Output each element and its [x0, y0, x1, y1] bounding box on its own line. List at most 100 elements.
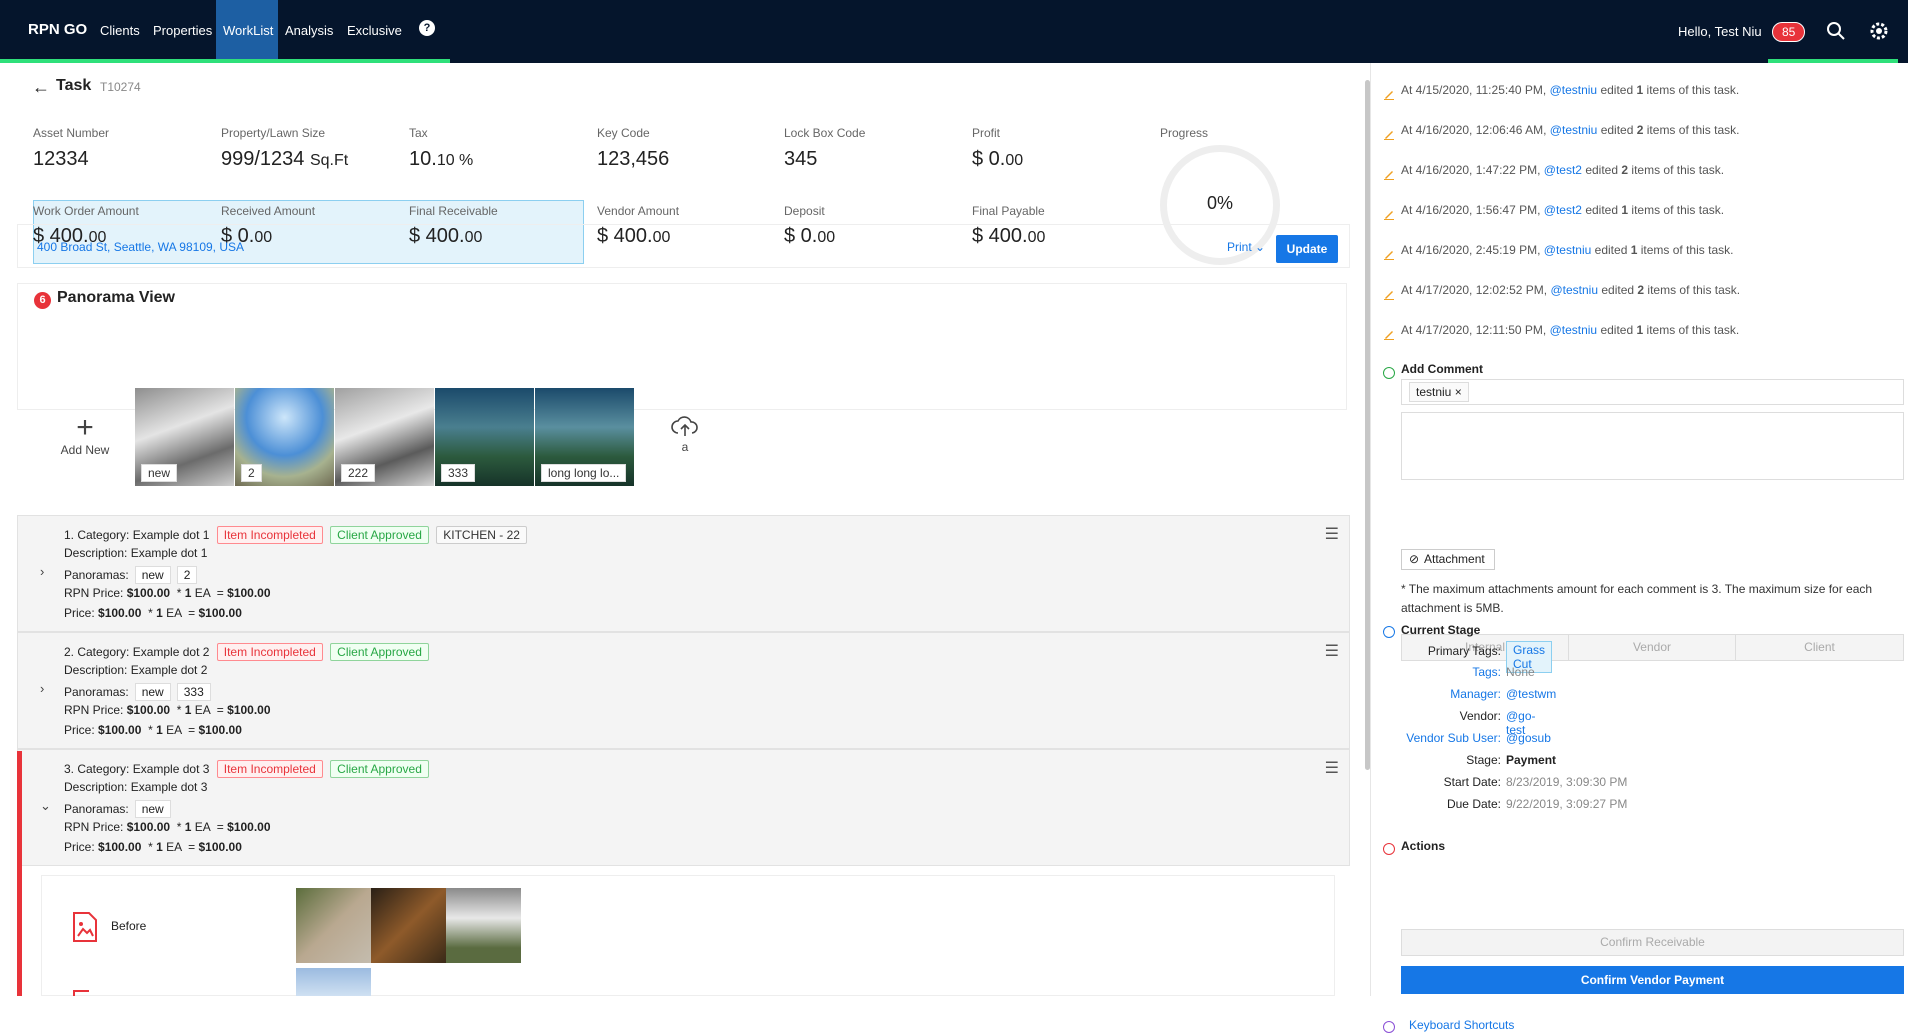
upload-panorama[interactable]: a [670, 415, 700, 454]
menu-icon[interactable]: ☰ [1325, 641, 1339, 661]
user-link[interactable]: @testniu [1550, 123, 1598, 137]
user-link[interactable]: @testniu [1550, 323, 1598, 337]
item-description: Description: Example dot 2 [64, 663, 208, 677]
panorama-tag[interactable]: 2 [176, 566, 198, 584]
panorama-thumb[interactable]: 333 [435, 388, 534, 486]
user-link[interactable]: @testniu [1544, 243, 1592, 257]
nav-clients[interactable]: Clients [93, 0, 147, 63]
stat-label: Work Order Amount [33, 204, 139, 218]
stat-label: Deposit [784, 204, 825, 218]
item-price: Price: $100.00 * 1 EA = $100.00 [64, 606, 242, 620]
attachment-button[interactable]: ⊘ Attachment [1401, 549, 1495, 570]
item-rpn-price: RPN Price: $100.00 * 1 EA = $100.00 [64, 586, 271, 600]
nav-worklist[interactable]: WorkList [216, 0, 278, 63]
audience-client[interactable]: Client [1735, 634, 1904, 661]
comment-textarea[interactable] [1401, 412, 1904, 480]
stat-value: 12334 [33, 148, 89, 170]
pencil-icon [1384, 91, 1394, 100]
mention-input[interactable] [1401, 379, 1904, 405]
status-tag: Item Incompleted [216, 526, 323, 544]
status-tag: Item Incompleted [216, 760, 323, 778]
panorama-tag[interactable]: new [134, 683, 171, 701]
search-icon[interactable] [1825, 20, 1847, 42]
item-panoramas: Panoramas: new [64, 800, 171, 818]
nav-properties[interactable]: Properties [146, 0, 219, 63]
pencil-icon [1384, 331, 1394, 340]
progress-value: 0% [1206, 193, 1233, 213]
stat-label: Profit [972, 126, 1001, 140]
item-price: Price: $100.00 * 1 EA = $100.00 [64, 840, 242, 854]
nav-analysis[interactable]: Analysis [278, 0, 340, 63]
chevron-down-icon[interactable]: ⌄ [40, 798, 51, 814]
chevron-right-icon[interactable]: › [40, 681, 44, 696]
panorama-tag[interactable]: 333 [176, 683, 211, 701]
vendor-sub-user-value[interactable]: @gosub [1506, 731, 1551, 745]
menu-icon[interactable]: ☰ [1325, 758, 1339, 778]
panorama-thumb[interactable]: 222 [335, 388, 434, 486]
user-link[interactable]: @testniu [1550, 83, 1598, 97]
stat-label: Received Amount [221, 204, 316, 218]
nav-exclusive[interactable]: Exclusive [340, 0, 409, 63]
address-link[interactable]: 400 Broad St, Seattle, WA 98109, USA [37, 240, 244, 254]
pencil-icon [1384, 211, 1394, 220]
stat-label: Final Payable [972, 204, 1045, 218]
gear-icon[interactable] [1868, 20, 1890, 42]
print-dropdown[interactable]: Print ⌄ [1227, 240, 1265, 254]
help-icon[interactable]: ? [419, 20, 435, 36]
stat-label: Vendor Amount [597, 204, 680, 218]
panorama-thumb[interactable]: new [135, 388, 234, 486]
chevron-right-icon[interactable]: › [40, 564, 44, 579]
page-title: Task [56, 77, 92, 94]
actions-title: Actions [1401, 839, 1446, 853]
notification-badge[interactable]: 85 [1772, 22, 1806, 42]
item-category-row: 3. Category: Example dot 3 Item Incomple… [64, 760, 429, 778]
panorama-tag[interactable]: new [134, 566, 171, 584]
keyboard-icon [1383, 1021, 1395, 1033]
before-label: Before [111, 919, 147, 933]
user-link[interactable]: @test2 [1544, 163, 1582, 177]
update-button[interactable]: Update [1276, 235, 1338, 263]
tags-link[interactable]: Tags: [1371, 665, 1501, 679]
audience-vendor[interactable]: Vendor [1568, 634, 1736, 661]
stat-value: 999/1234 Sq.Ft [221, 148, 349, 170]
panorama-thumb[interactable]: 2 [235, 388, 334, 486]
menu-icon[interactable]: ☰ [1325, 524, 1339, 544]
progress-label: Progress [1160, 126, 1209, 140]
list-item: 3. Category: Example dot 3 Item Incomple… [17, 749, 1350, 866]
stage-label: Primary Tags: [1427, 644, 1501, 658]
add-panorama-button[interactable]: + Add New [55, 411, 115, 458]
close-icon[interactable]: × [1455, 385, 1462, 399]
stage-label: Stage: [1466, 753, 1501, 767]
item-photos-panel [41, 875, 1335, 996]
confirm-receivable-button[interactable]: Confirm Receivable [1401, 929, 1904, 956]
user-link[interactable]: @test2 [1544, 203, 1582, 217]
brand-logo[interactable]: RPN GO [28, 21, 87, 38]
panorama-thumb[interactable]: long long lo... [535, 388, 634, 486]
panorama-title: Panorama View [57, 289, 175, 306]
confirm-vendor-payment-button[interactable]: Confirm Vendor Payment [1401, 966, 1904, 994]
photo-thumb[interactable] [296, 888, 371, 963]
photo-thumb[interactable] [446, 888, 521, 963]
keyboard-shortcuts-link[interactable]: Keyboard Shortcuts [1409, 1018, 1514, 1032]
upload-label: a [681, 440, 689, 454]
vendor-sub-user-link[interactable]: Vendor Sub User: [1371, 731, 1501, 745]
greeting: Hello, Test Niu [1678, 24, 1762, 39]
manager-value[interactable]: @testwm [1506, 687, 1556, 701]
mention-chip[interactable]: testniu × [1409, 382, 1469, 402]
manager-link[interactable]: Manager: [1371, 687, 1501, 701]
plus-icon: + [76, 411, 94, 444]
pencil-icon [1384, 131, 1394, 140]
actions-icon [1383, 843, 1395, 855]
user-link[interactable]: @testniu [1550, 283, 1598, 297]
photo-thumb[interactable] [371, 888, 446, 963]
thumb-label: 2 [241, 464, 262, 482]
history-entry: At 4/16/2020, 12:06:46 AM, @testniu edit… [1401, 123, 1740, 137]
back-arrow-icon[interactable]: ← [32, 77, 50, 98]
panorama-count-badge: 6 [34, 292, 51, 309]
panorama-tag[interactable]: new [134, 800, 171, 818]
photo-thumb[interactable] [296, 968, 371, 996]
stat-label: Final Receivable [409, 204, 498, 218]
task-id: T10274 [100, 80, 141, 94]
stage-value: 9/22/2019, 3:09:27 PM [1506, 797, 1628, 811]
history-entry: At 4/16/2020, 2:45:19 PM, @testniu edite… [1401, 243, 1734, 257]
